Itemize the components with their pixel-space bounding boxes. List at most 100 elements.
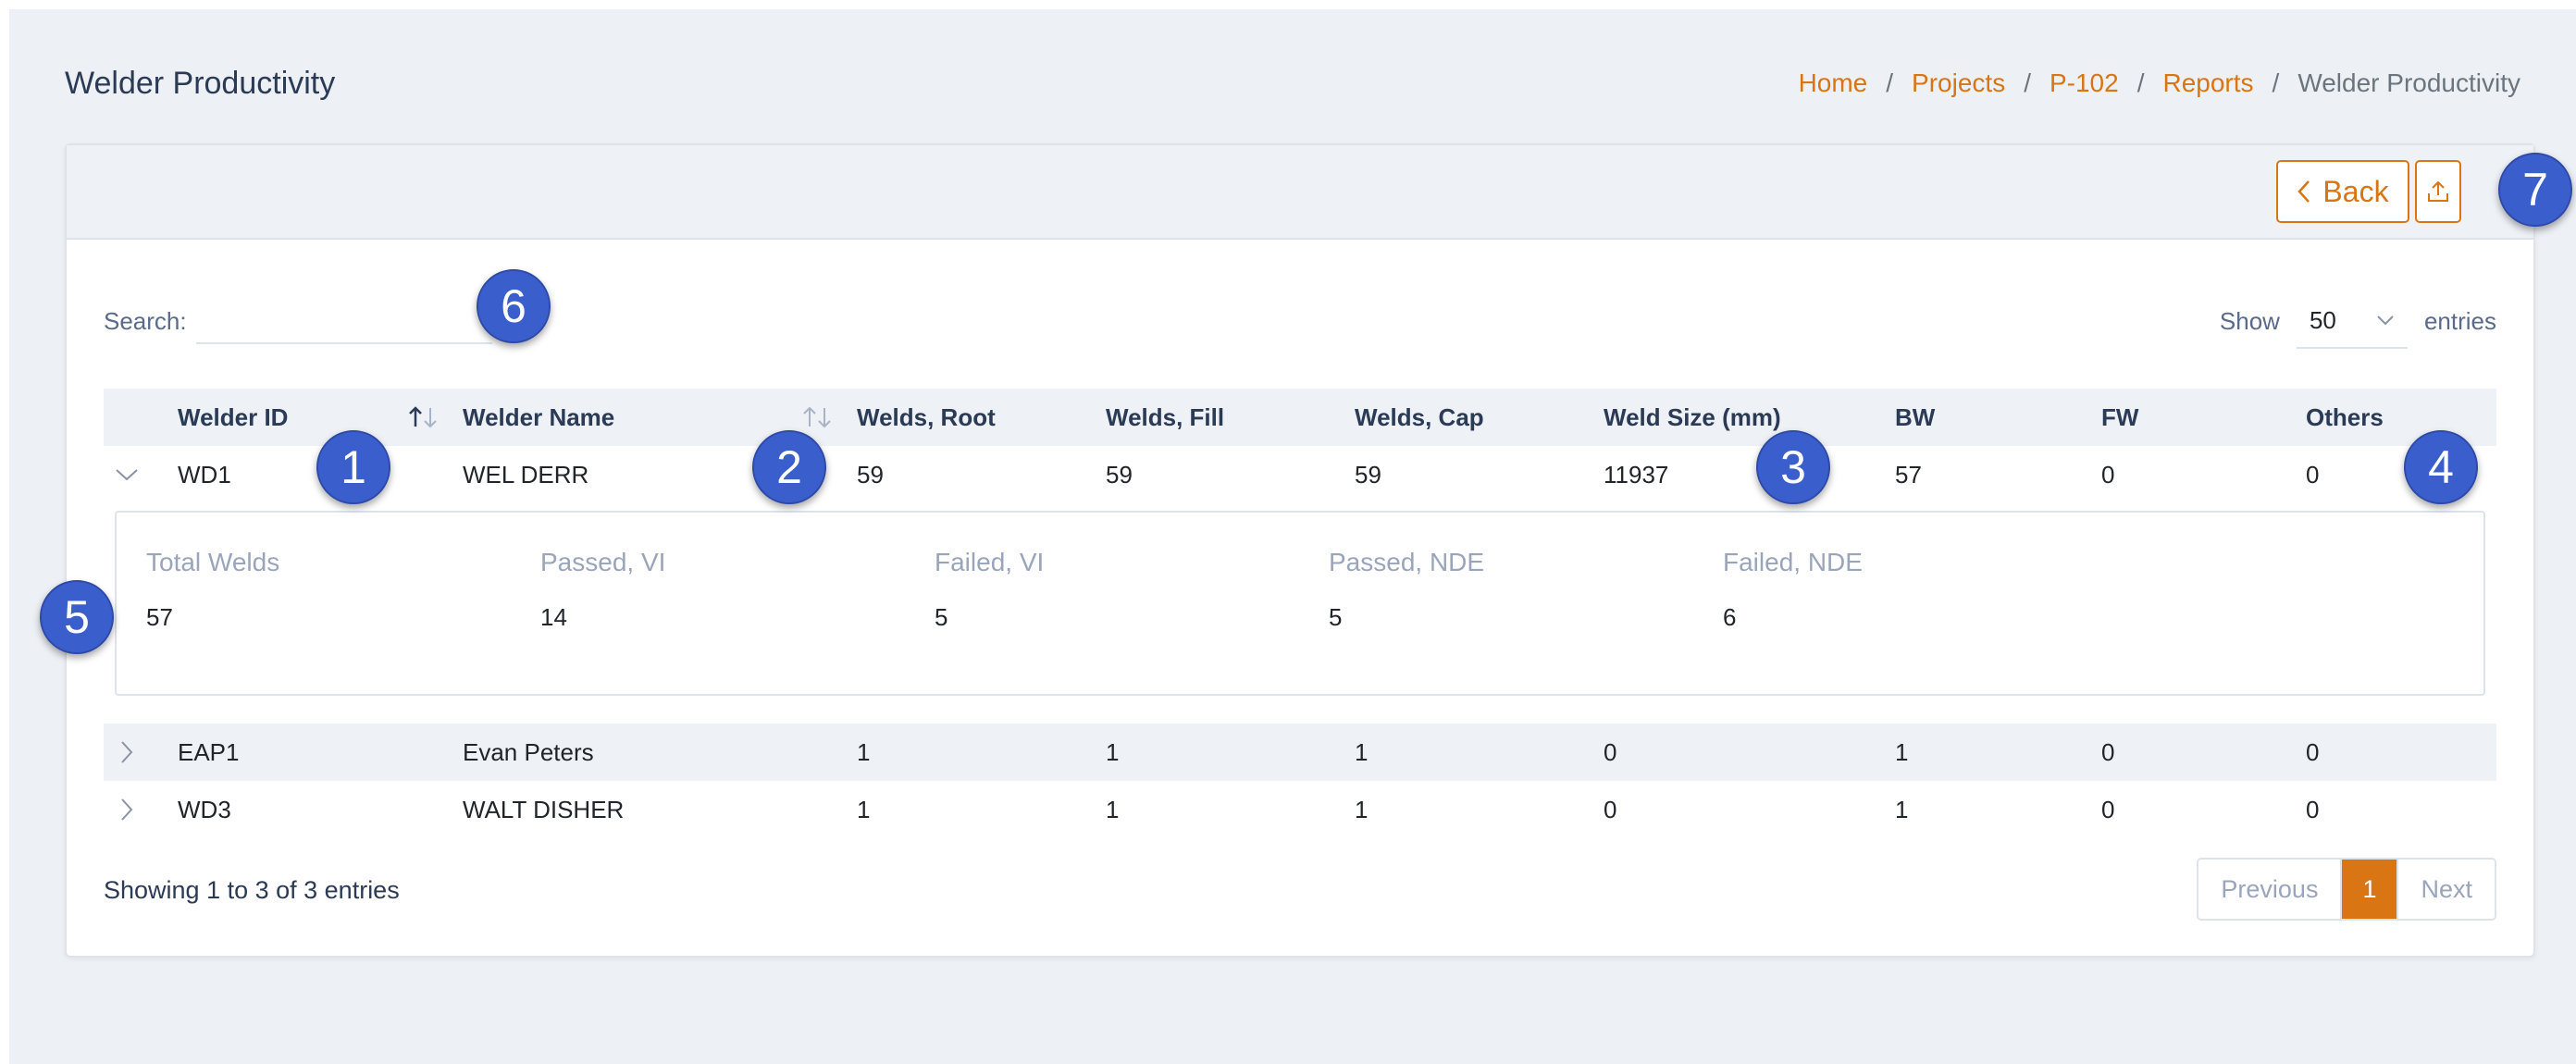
chevron-right-icon <box>121 741 133 763</box>
cell-welder-id: EAP1 <box>178 737 240 766</box>
previous-button[interactable]: Previous <box>2198 860 2341 919</box>
detail-label-failed-vi: Failed, VI <box>935 548 1045 576</box>
table-header: Welder ID Welder Name Welds, Root Welds,… <box>104 389 2496 446</box>
cell-welder-name: Evan Peters <box>463 737 594 766</box>
cell-bw: 1 <box>1895 795 1909 823</box>
column-welder-id[interactable]: Welder ID <box>178 403 288 432</box>
column-welds-cap[interactable]: Welds, Cap <box>1355 403 1484 432</box>
card-header: Back <box>67 145 2533 240</box>
annotation-marker-3: 3 <box>1756 430 1830 504</box>
table-row[interactable]: WD1 WEL DERR 59 59 59 11937 57 0 0 <box>104 446 2496 503</box>
cell-bw: 57 <box>1895 460 1922 489</box>
detail-value-failed-vi: 5 <box>935 603 948 631</box>
table-controls: Search: Show 50 entries <box>104 284 2496 358</box>
row-detail-panel: Total Welds Passed, VI Failed, VI Passed… <box>115 511 2485 696</box>
column-welder-name[interactable]: Welder Name <box>463 403 614 432</box>
breadcrumb-separator: / <box>1886 68 1894 97</box>
cell-welds-fill: 1 <box>1106 737 1120 766</box>
cell-welder-id: WD1 <box>178 460 231 489</box>
breadcrumb-separator: / <box>2272 68 2280 97</box>
back-button-label: Back <box>2322 174 2389 208</box>
sort-ascending-icon[interactable] <box>407 404 439 430</box>
chevron-down-icon <box>2377 315 2394 326</box>
annotation-marker-2: 2 <box>752 430 826 504</box>
welder-table: Welder ID Welder Name Welds, Root Welds,… <box>104 389 2496 838</box>
breadcrumb-current: Welder Productivity <box>2297 68 2520 97</box>
breadcrumb-projects[interactable]: Projects <box>1912 68 2005 98</box>
column-weld-size[interactable]: Weld Size (mm) <box>1604 403 1781 432</box>
pagination: Previous 1 Next <box>2197 858 2496 921</box>
annotation-marker-4: 4 <box>2404 430 2478 504</box>
row-expand-toggle[interactable] <box>113 798 141 822</box>
cell-others: 0 <box>2306 737 2320 766</box>
column-bw[interactable]: BW <box>1895 403 1935 432</box>
entries-select[interactable]: 50 <box>2296 293 2408 349</box>
chevron-down-icon <box>116 469 138 481</box>
cell-weld-size: 0 <box>1604 737 1617 766</box>
detail-value-failed-nde: 6 <box>1723 603 1737 631</box>
cell-others: 0 <box>2306 795 2320 823</box>
annotation-marker-1: 1 <box>316 430 390 504</box>
annotation-marker-5: 5 <box>40 580 114 654</box>
breadcrumb-separator: / <box>2024 68 2031 97</box>
cell-welder-name: WALT DISHER <box>463 795 625 823</box>
upload-icon <box>2428 180 2448 202</box>
search-label: Search: <box>104 306 187 335</box>
page-1-button[interactable]: 1 <box>2340 860 2397 919</box>
column-welds-fill[interactable]: Welds, Fill <box>1106 403 1224 432</box>
sort-icon[interactable] <box>801 404 833 430</box>
cell-welder-id: WD3 <box>178 795 231 823</box>
detail-label-passed-nde: Passed, NDE <box>1329 548 1485 576</box>
cell-welds-fill: 59 <box>1106 460 1133 489</box>
cell-welds-root: 59 <box>857 460 884 489</box>
cell-fw: 0 <box>2101 460 2115 489</box>
search-input[interactable] <box>195 298 492 344</box>
cell-weld-size: 11937 <box>1604 460 1669 489</box>
cell-welds-cap: 1 <box>1355 737 1368 766</box>
cell-welds-root: 1 <box>857 795 871 823</box>
table-info: Showing 1 to 3 of 3 entries <box>104 876 400 904</box>
column-fw[interactable]: FW <box>2101 403 2138 432</box>
chevron-left-icon <box>2297 180 2310 203</box>
row-expand-toggle[interactable] <box>113 740 141 764</box>
export-button[interactable] <box>2415 160 2461 223</box>
breadcrumb: Home / Projects / P-102 / Reports / Weld… <box>1799 68 2520 98</box>
table-row[interactable]: EAP1 Evan Peters 1 1 1 0 1 0 0 <box>104 724 2496 781</box>
back-button[interactable]: Back <box>2276 160 2409 223</box>
table-row[interactable]: WD3 WALT DISHER 1 1 1 0 1 0 0 <box>104 781 2496 838</box>
detail-value-total-welds: 57 <box>146 603 173 631</box>
detail-label-total-welds: Total Welds <box>146 548 280 576</box>
detail-label-failed-nde: Failed, NDE <box>1723 548 1863 576</box>
cell-bw: 1 <box>1895 737 1909 766</box>
cell-welds-cap: 1 <box>1355 795 1368 823</box>
detail-value-passed-vi: 14 <box>540 603 567 631</box>
breadcrumb-project[interactable]: P-102 <box>2050 68 2119 98</box>
page-title: Welder Productivity <box>65 65 336 101</box>
row-expand-toggle[interactable] <box>113 467 141 482</box>
cell-fw: 0 <box>2101 737 2115 766</box>
annotation-marker-7: 7 <box>2498 153 2572 227</box>
report-card: Back Search: Show 50 entries Welder ID W… <box>65 143 2535 958</box>
entries-label: entries <box>2423 306 2496 335</box>
cell-welds-root: 1 <box>857 737 871 766</box>
breadcrumb-separator: / <box>2136 68 2145 97</box>
detail-label-passed-vi: Passed, VI <box>540 548 666 576</box>
show-label: Show <box>2219 306 2280 335</box>
column-welds-root[interactable]: Welds, Root <box>857 403 996 432</box>
column-others[interactable]: Others <box>2306 403 2384 432</box>
cell-fw: 0 <box>2101 795 2115 823</box>
next-button[interactable]: Next <box>2396 860 2495 919</box>
breadcrumb-home[interactable]: Home <box>1799 68 1868 98</box>
search-wrap: Search: <box>104 298 492 344</box>
cell-weld-size: 0 <box>1604 795 1617 823</box>
cell-welder-name: WEL DERR <box>463 460 589 489</box>
page-header: Welder Productivity Home / Projects / P-… <box>65 56 2520 111</box>
detail-value-passed-nde: 5 <box>1329 603 1343 631</box>
entries-select-value: 50 <box>2309 305 2336 334</box>
chevron-right-icon <box>121 798 133 821</box>
breadcrumb-reports[interactable]: Reports <box>2162 68 2253 98</box>
cell-others: 0 <box>2306 460 2320 489</box>
entries-length: Show 50 entries <box>2220 293 2496 349</box>
annotation-marker-6: 6 <box>477 269 551 343</box>
cell-welds-fill: 1 <box>1106 795 1120 823</box>
